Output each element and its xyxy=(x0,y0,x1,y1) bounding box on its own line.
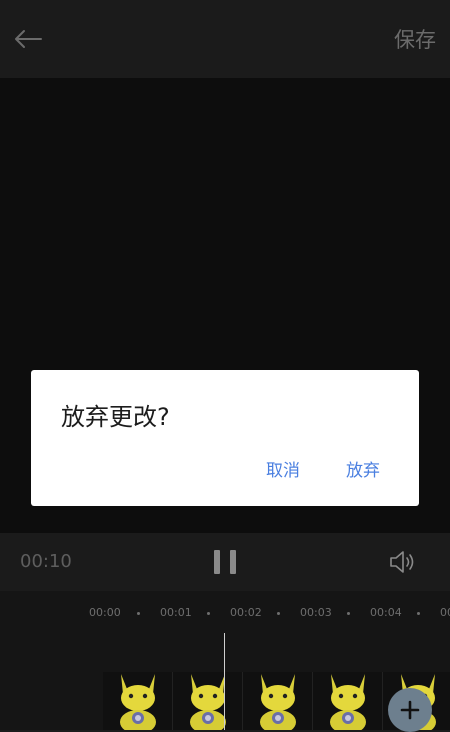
cancel-button[interactable]: 取消 xyxy=(266,456,300,481)
discard-button[interactable]: 放弃 xyxy=(346,456,380,481)
dialog-backdrop: 放弃更改? 取消 放弃 xyxy=(0,0,450,730)
dialog-title: 放弃更改? xyxy=(61,403,170,431)
discard-changes-dialog: 放弃更改? 取消 放弃 xyxy=(31,370,419,506)
